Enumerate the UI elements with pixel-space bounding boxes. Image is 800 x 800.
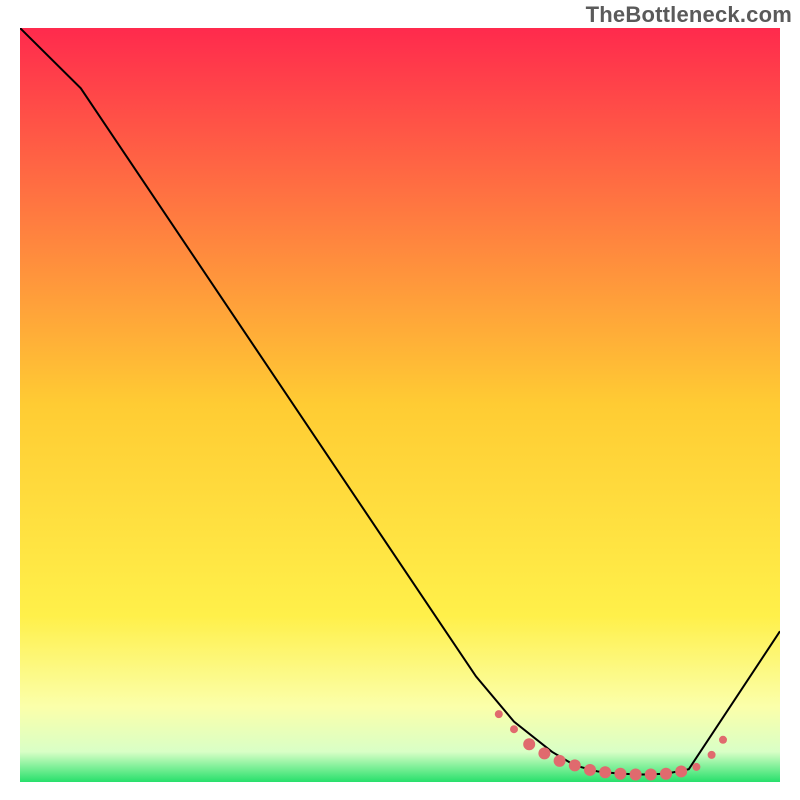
flat-marker <box>495 710 503 718</box>
flat-marker <box>630 768 642 780</box>
flat-marker <box>614 768 626 780</box>
flat-marker <box>523 738 535 750</box>
flat-marker <box>510 725 518 733</box>
gradient-background <box>20 28 780 782</box>
flat-marker <box>719 736 727 744</box>
watermark-label: TheBottleneck.com <box>586 2 792 28</box>
flat-marker <box>692 763 700 771</box>
flat-marker <box>538 747 550 759</box>
plot-area <box>20 28 780 782</box>
flat-marker <box>599 766 611 778</box>
flat-marker <box>675 765 687 777</box>
flat-marker <box>584 764 596 776</box>
flat-marker <box>708 751 716 759</box>
flat-marker <box>645 768 657 780</box>
flat-marker <box>660 768 672 780</box>
chart-container: TheBottleneck.com <box>0 0 800 800</box>
flat-marker <box>569 759 581 771</box>
chart-svg <box>20 28 780 782</box>
flat-marker <box>554 755 566 767</box>
